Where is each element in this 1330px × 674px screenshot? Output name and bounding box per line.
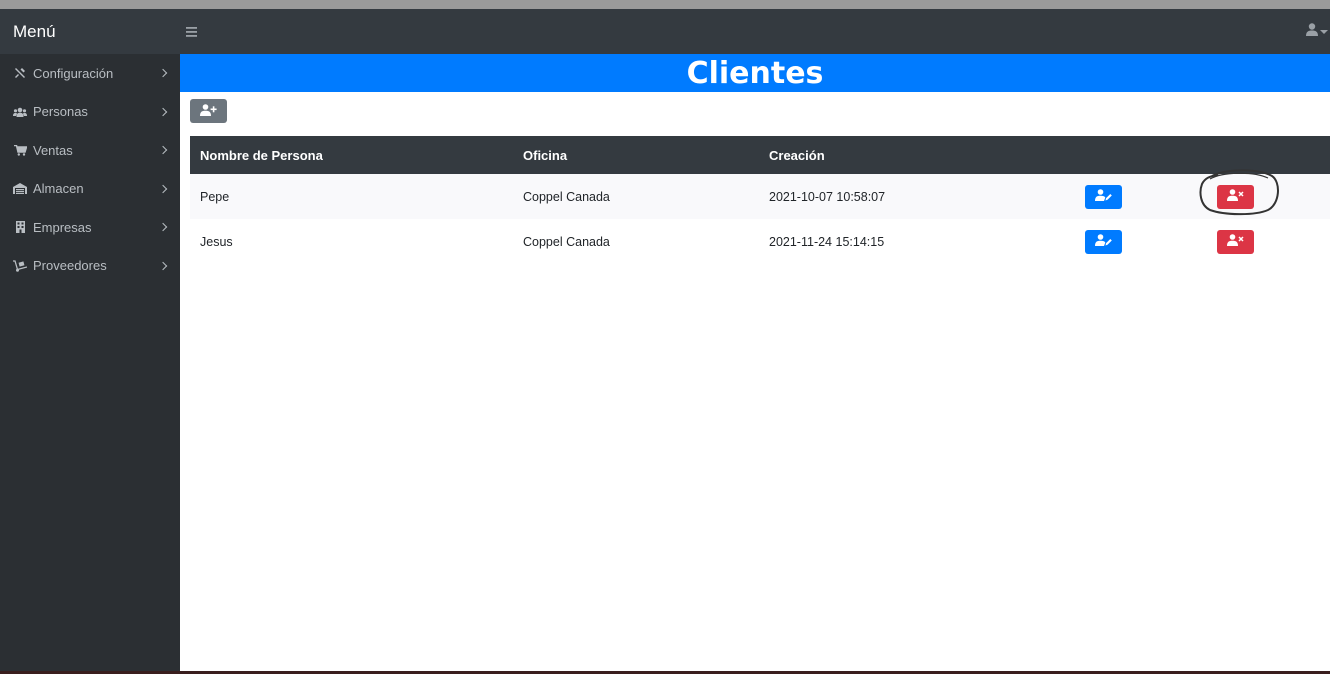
cell-name: Jesus	[200, 234, 233, 249]
edit-client-button[interactable]	[1085, 184, 1122, 209]
main-content: Clientes Nombre de Persona Oficina Creac…	[180, 54, 1330, 674]
warehouse-icon	[13, 183, 27, 195]
page-header: Clientes	[180, 54, 1330, 92]
cell-delete	[1207, 174, 1330, 219]
cart-icon	[13, 144, 27, 156]
add-client-button[interactable]	[190, 99, 227, 123]
delete-client-button[interactable]	[1217, 229, 1254, 254]
column-header-created: Creación	[769, 147, 825, 163]
user-times-icon	[1227, 189, 1244, 204]
chevron-right-icon	[158, 107, 168, 116]
sidebar-item-empresas[interactable]: Empresas	[0, 208, 180, 247]
sidebar: Configuración Personas Ventas Almacen Em…	[0, 54, 180, 674]
sidebar-item-configuracion[interactable]: Configuración	[0, 54, 180, 93]
cell-created: 2021-10-07 10:58:07	[769, 189, 886, 204]
table-row: Pepe Coppel Canada 2021-10-07 10:58:07	[190, 174, 1330, 219]
tools-icon	[13, 67, 27, 79]
column-header-name: Nombre de Persona	[200, 147, 323, 163]
sidebar-item-label: Ventas	[33, 142, 73, 158]
edit-client-button[interactable]	[1085, 229, 1122, 254]
users-icon	[13, 107, 27, 117]
chevron-right-icon	[158, 184, 168, 193]
cell-edit	[1075, 219, 1207, 264]
cell-name: Pepe	[200, 189, 230, 204]
sidebar-item-proveedores[interactable]: Proveedores	[0, 247, 180, 286]
sidebar-brand: Menú	[13, 21, 56, 41]
user-edit-icon	[1095, 189, 1112, 204]
chevron-right-icon	[158, 223, 168, 232]
sidebar-item-ventas[interactable]: Ventas	[0, 131, 180, 170]
user-icon	[1306, 22, 1318, 41]
chevron-right-icon	[158, 261, 168, 270]
cell-office: Coppel Canada	[523, 234, 610, 249]
cell-delete	[1207, 219, 1330, 264]
chevron-down-icon	[1320, 29, 1328, 34]
cell-office: Coppel Canada	[523, 189, 610, 204]
hamburger-icon[interactable]	[186, 26, 197, 37]
delete-client-button[interactable]	[1217, 184, 1254, 209]
sidebar-item-label: Configuración	[33, 65, 114, 81]
sidebar-item-label: Almacen	[33, 181, 84, 197]
sidebar-item-label: Empresas	[33, 219, 92, 235]
user-edit-icon	[1095, 234, 1112, 249]
sidebar-item-personas[interactable]: Personas	[0, 93, 180, 132]
top-navbar: Menú	[0, 9, 1330, 54]
user-menu-toggle[interactable]	[1306, 9, 1330, 54]
dolly-icon	[13, 260, 27, 272]
cell-edit	[1075, 174, 1207, 219]
column-header-edit	[1075, 136, 1207, 174]
cell-created: 2021-11-24 15:14:15	[769, 234, 885, 249]
clients-table: Nombre de Persona Oficina Creación Pepe …	[190, 136, 1330, 264]
chevron-right-icon	[158, 69, 168, 78]
window-top-strip	[0, 0, 1330, 9]
column-header-office: Oficina	[523, 147, 568, 163]
sidebar-item-almacen[interactable]: Almacen	[0, 170, 180, 209]
user-times-icon	[1227, 234, 1244, 249]
building-icon	[13, 221, 27, 234]
chevron-right-icon	[158, 146, 168, 155]
table-row: Jesus Coppel Canada 2021-11-24 15:14:15	[190, 219, 1330, 264]
table-header-row: Nombre de Persona Oficina Creación	[190, 136, 1330, 174]
sidebar-item-label: Personas	[33, 104, 88, 120]
page-title: Clientes	[686, 55, 824, 91]
column-header-delete	[1207, 136, 1330, 174]
user-plus-icon	[200, 103, 217, 119]
sidebar-item-label: Proveedores	[33, 258, 107, 274]
